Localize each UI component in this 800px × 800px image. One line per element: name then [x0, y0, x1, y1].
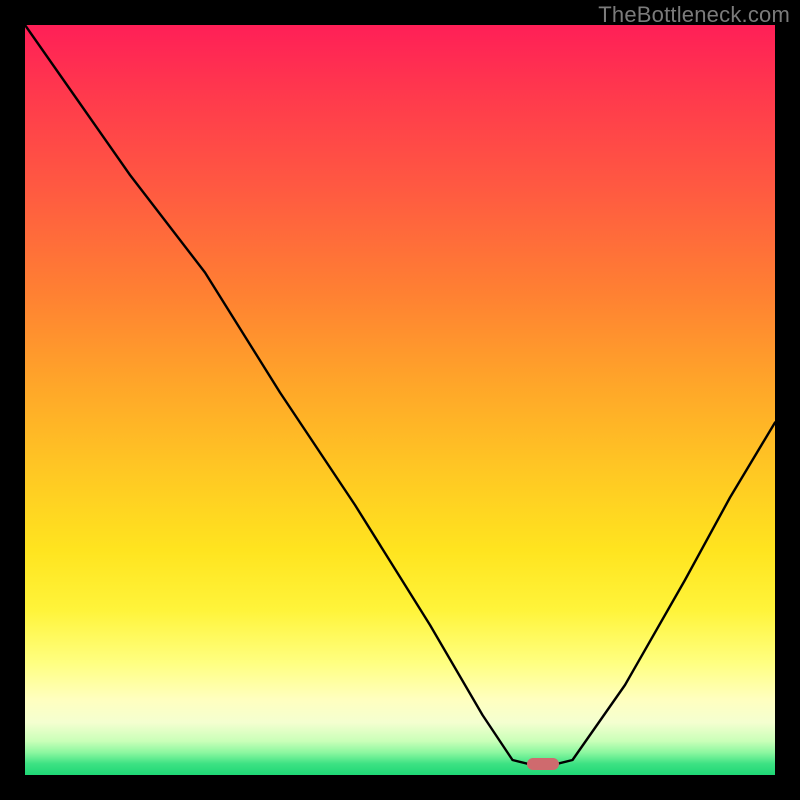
plot-area	[25, 25, 775, 775]
chart-stage: TheBottleneck.com	[0, 0, 800, 800]
bottleneck-curve	[25, 25, 775, 775]
selection-marker	[527, 758, 559, 770]
